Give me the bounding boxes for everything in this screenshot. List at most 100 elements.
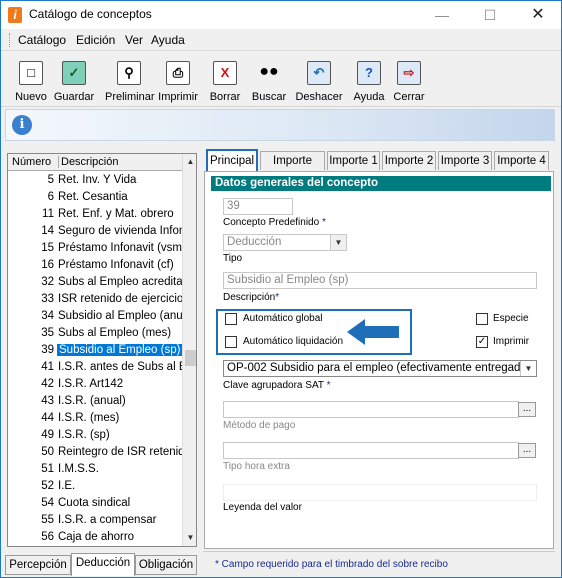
row-number: 51 [41, 463, 54, 475]
row-description: I.S.R. a compensar [58, 514, 157, 526]
table-row[interactable]: 55 I.S.R. a compensar [8, 512, 182, 529]
buscar-button[interactable]: ●● Buscar [249, 57, 289, 105]
table-row[interactable]: 15 Préstamo Infonavit (vsm) [8, 240, 182, 257]
scroll-up-icon[interactable]: ▲ [183, 154, 196, 170]
menu-ayuda[interactable]: Ayuda [151, 33, 185, 47]
imprimir-button[interactable]: ⎙ Imprimir [156, 57, 200, 105]
cerrar-label: Cerrar [393, 91, 425, 103]
tab-principal[interactable]: Principal [206, 149, 258, 171]
borrar-button[interactable]: X Borrar [206, 57, 244, 105]
row-number: 49 [41, 429, 54, 441]
imprimir-checkbox[interactable]: ✓ [476, 336, 488, 348]
metodo-pago-label: Método de pago [223, 420, 296, 431]
column-header-descripcion[interactable]: Descripción [58, 156, 118, 168]
descripcion-field[interactable]: Subsidio al Empleo (sp) [223, 272, 537, 289]
preliminar-button[interactable]: ⚲ Preliminar [105, 57, 155, 105]
table-row[interactable]: 51 I.M.S.S. [8, 461, 182, 478]
row-number: 52 [41, 480, 54, 492]
metodo-pago-field[interactable] [223, 401, 519, 418]
chevron-down-icon[interactable]: ▼ [330, 235, 346, 250]
especie-checkbox[interactable] [476, 313, 488, 325]
guardar-label: Guardar [53, 91, 95, 103]
row-number: 33 [41, 293, 54, 305]
scroll-down-icon[interactable]: ▼ [183, 530, 196, 546]
menu-ver[interactable]: Ver [125, 33, 143, 47]
row-number: 15 [41, 242, 54, 254]
concepto-predefinido-field[interactable]: 39 [223, 198, 293, 215]
menubar-grip [9, 33, 12, 47]
save-check-icon: ✓ [62, 61, 86, 85]
tab-obligacion[interactable]: Obligación [135, 555, 197, 575]
table-row[interactable]: 5 Ret. Inv. Y Vida [8, 172, 182, 189]
tab-importe-3[interactable]: Importe 3 [438, 151, 492, 170]
row-description: Seguro de vivienda Infonavit [58, 225, 182, 237]
info-bar: i [5, 109, 555, 141]
tab-importe-total[interactable]: Importe total [260, 151, 325, 185]
row-number: 54 [41, 497, 54, 509]
leyenda-valor-field[interactable] [223, 484, 537, 501]
table-row[interactable]: 14 Seguro de vivienda Infonavit [8, 223, 182, 240]
table-row[interactable]: 52 I.E. [8, 478, 182, 495]
row-description: I.M.S.S. [58, 463, 99, 475]
table-row[interactable]: 49 I.S.R. (sp) [8, 427, 182, 444]
table-row[interactable]: 34 Subsidio al Empleo (anual) [8, 308, 182, 325]
deshacer-button[interactable]: ↶ Deshacer [293, 57, 345, 105]
metodo-pago-browse-button[interactable]: ... [518, 402, 536, 417]
table-row[interactable]: 56 Caja de ahorro [8, 529, 182, 546]
guardar-button[interactable]: ✓ Guardar [53, 57, 95, 105]
table-row[interactable]: 42 I.S.R. Art142 [8, 376, 182, 393]
table-row[interactable]: 11 Ret. Enf. y Mat. obrero [8, 206, 182, 223]
concepto-predefinido-label: Concepto Predefinido * [223, 217, 326, 228]
binoculars-icon: ●● [259, 63, 279, 80]
row-number: 35 [41, 327, 54, 339]
menu-edicion[interactable]: Edición [76, 33, 115, 47]
table-row[interactable]: 39 Subsidio al Empleo (sp) [8, 342, 182, 359]
section-header: Datos generales del concepto [211, 176, 551, 191]
tab-importe-1[interactable]: Importe 1 [327, 151, 380, 170]
cerrar-button[interactable]: ⇨ Cerrar [391, 57, 427, 105]
scroll-thumb[interactable] [185, 350, 196, 366]
minimize-icon[interactable]: — [419, 1, 465, 29]
info-icon: i [12, 115, 32, 135]
nuevo-button[interactable]: □ Nuevo [11, 57, 51, 105]
tipo-hora-extra-field[interactable] [223, 442, 519, 459]
tipo-select[interactable]: Deducción ▼ [223, 234, 347, 251]
tipo-hora-extra-browse-button[interactable]: ... [518, 443, 536, 458]
title-bar: i Catálogo de conceptos — ☐ ✕ [1, 1, 561, 29]
row-number: 6 [47, 191, 54, 203]
clave-sat-label: Clave agrupadora SAT * [223, 380, 331, 391]
maximize-icon[interactable]: ☐ [467, 1, 513, 29]
table-row[interactable]: 6 Ret. Cesantia [8, 189, 182, 206]
row-description: I.S.R. (anual) [58, 395, 126, 407]
list-header: Número Descripción [8, 154, 182, 171]
descripcion-label: Descripción* [223, 292, 280, 303]
column-header-numero[interactable]: Número [12, 156, 51, 168]
table-row[interactable]: 35 Subs al Empleo (mes) [8, 325, 182, 342]
table-row[interactable]: 32 Subs al Empleo acreditado [8, 274, 182, 291]
row-description: Ret. Enf. y Mat. obrero [58, 208, 174, 220]
tab-percepcion[interactable]: Percepción [5, 555, 71, 575]
tab-importe-4[interactable]: Importe 4 [494, 151, 549, 170]
list-scrollbar[interactable]: ▲ ▼ [182, 154, 196, 546]
table-row[interactable]: 44 I.S.R. (mes) [8, 410, 182, 427]
chevron-down-icon[interactable]: ▼ [520, 361, 536, 376]
table-row[interactable]: 54 Cuota sindical [8, 495, 182, 512]
tab-importe-2[interactable]: Importe 2 [382, 151, 436, 170]
table-row[interactable]: 33 ISR retenido de ejercicio anterior [8, 291, 182, 308]
row-description: Subs al Empleo (mes) [58, 327, 172, 339]
row-description: I.S.R. antes de Subs al Empleo [58, 361, 182, 373]
table-row[interactable]: 41 I.S.R. antes de Subs al Empleo [8, 359, 182, 376]
tab-deduccion[interactable]: Deducción [71, 553, 135, 576]
table-row[interactable]: 43 I.S.R. (anual) [8, 393, 182, 410]
table-row[interactable]: 16 Préstamo Infonavit (cf) [8, 257, 182, 274]
table-row[interactable]: 50 Reintegro de ISR retenido [8, 444, 182, 461]
ayuda-button[interactable]: ? Ayuda [351, 57, 387, 105]
ayuda-label: Ayuda [353, 91, 385, 103]
new-document-icon: □ [19, 61, 43, 85]
concept-list[interactable]: Número Descripción 5 Ret. Inv. Y Vida 6 Ret… [7, 153, 197, 547]
menu-catalogo[interactable]: Catálogo [18, 33, 66, 47]
row-number: 14 [41, 225, 54, 237]
row-description: Reintegro de ISR retenido [58, 446, 182, 458]
clave-sat-select[interactable]: OP-002 Subsidio para el empleo (efectiva… [223, 360, 537, 377]
close-icon[interactable]: ✕ [515, 1, 561, 29]
